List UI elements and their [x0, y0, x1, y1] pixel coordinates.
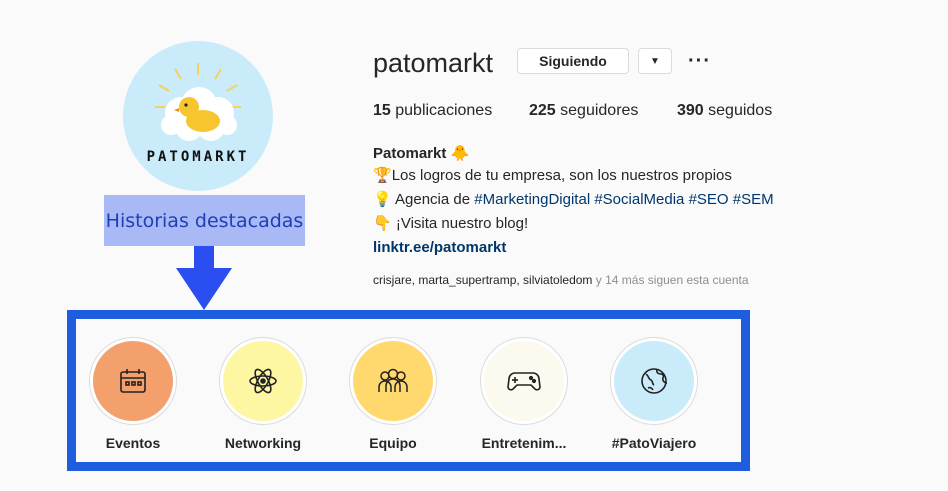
followers-stat[interactable]: 225 seguidores: [529, 102, 638, 120]
chick-emoji-icon: 🐥: [450, 145, 470, 162]
followed-by-text[interactable]: crisjare, marta_supertramp, silviatoledo…: [373, 273, 749, 287]
posts-count: 15: [373, 102, 391, 119]
calendar-icon: [120, 369, 146, 393]
bio-line-3: 👇 ¡Visita nuestro blog!: [373, 213, 528, 235]
trophy-emoji-icon: 🏆: [373, 167, 392, 184]
bio-line-2: 💡 Agencia de #MarketingDigital #SocialMe…: [373, 189, 774, 211]
highlight-label: #PatoViajero: [611, 435, 697, 451]
followers-label: seguidores: [560, 102, 639, 119]
bio-website-link[interactable]: linktr.ee/patomarkt: [373, 237, 506, 259]
pointing-down-emoji-icon: 👇: [373, 215, 392, 232]
profile-avatar[interactable]: PATOMARKT: [123, 41, 273, 191]
bio-line-2-text: Agencia de: [391, 191, 475, 208]
following-button[interactable]: Siguiendo: [517, 48, 629, 74]
highlight-label: Networking: [224, 435, 302, 451]
gamepad-icon: [507, 372, 541, 391]
highlight-label: Entretenim...: [481, 435, 567, 451]
profile-username: patomarkt: [373, 48, 494, 78]
avatar-brand-text: PATOMARKT: [146, 149, 250, 165]
lightbulb-emoji-icon: 💡: [373, 191, 392, 208]
hashtag-link[interactable]: #MarketingDigital: [474, 191, 590, 208]
hashtag-link[interactable]: #SEO: [689, 191, 729, 208]
duck-logo-icon: [155, 63, 241, 141]
posts-label: publicaciones: [395, 102, 493, 119]
hashtag-link[interactable]: #SocialMedia: [594, 191, 684, 208]
bio-name: Patomarkt 🐥: [373, 143, 469, 165]
suggestions-dropdown-button[interactable]: ▼: [638, 48, 672, 74]
followed-by-more: y 14 más siguen esta cuenta: [592, 273, 749, 287]
atom-icon: [249, 368, 277, 394]
posts-stat: 15 publicaciones: [373, 102, 492, 120]
highlight-networking[interactable]: Networking: [198, 337, 328, 451]
bio-line-1: 🏆Los logros de tu empresa, son los nuest…: [373, 165, 732, 187]
options-menu-button[interactable]: ···: [688, 48, 711, 74]
bio-name-text: Patomarkt: [373, 145, 447, 162]
highlight-entretenimiento[interactable]: Entretenim...: [459, 337, 589, 451]
highlight-patoviajero[interactable]: #PatoViajero: [589, 337, 719, 451]
following-label: seguidos: [708, 102, 773, 119]
followers-count: 225: [529, 102, 556, 119]
following-count: 390: [677, 102, 704, 119]
bio-line-3-text: ¡Visita nuestro blog!: [391, 215, 529, 232]
caret-down-icon: ▼: [650, 55, 660, 67]
highlight-eventos[interactable]: Eventos: [68, 337, 198, 451]
bio-line-1-text: Los logros de tu empresa, son los nuestr…: [391, 167, 732, 184]
team-icon: [378, 368, 408, 392]
hashtag-link[interactable]: #SEM: [733, 191, 774, 208]
down-arrow-icon: [176, 246, 232, 310]
followed-by-names: crisjare, marta_supertramp, silviatoledo…: [373, 273, 593, 287]
highlights-annotation-label: Historias destacadas: [104, 195, 305, 246]
highlight-label: Equipo: [369, 435, 417, 451]
highlight-label: Eventos: [105, 435, 161, 451]
following-stat[interactable]: 390 seguidos: [677, 102, 772, 120]
globe-icon: [641, 368, 668, 394]
highlight-equipo[interactable]: Equipo: [328, 337, 458, 451]
